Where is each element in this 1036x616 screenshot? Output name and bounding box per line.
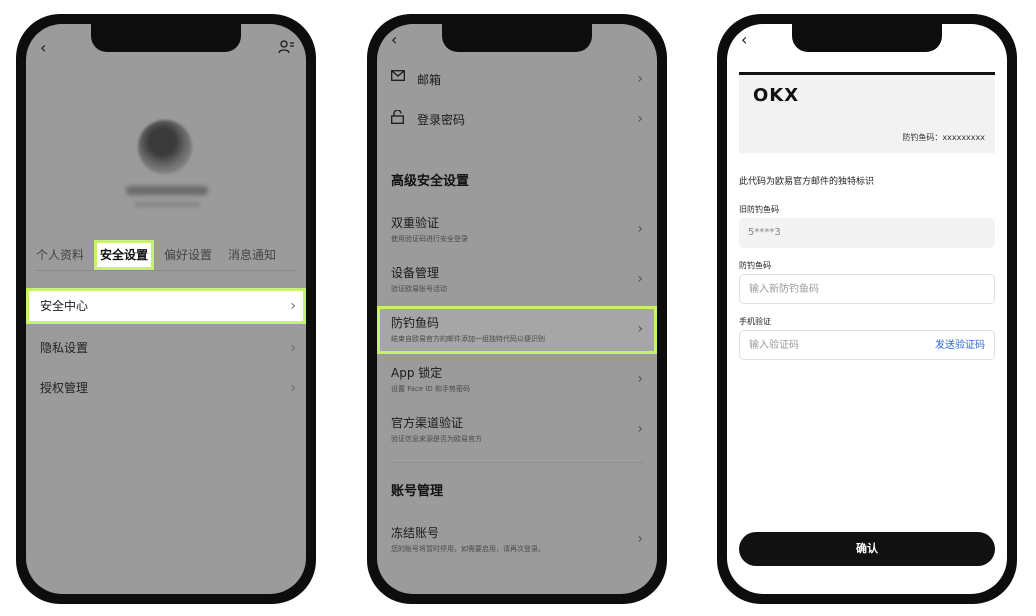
chevron-right-icon: ›: [290, 380, 296, 396]
section-account-management: 账号管理: [391, 484, 444, 499]
phone-2-screen: ‹ 邮箱 › 登录密码 › 高级安全设置 双重验证 使用验证码进行安全登录 › …: [377, 24, 657, 594]
tab-divider: [36, 270, 296, 271]
tab-profile[interactable]: 个人资料: [36, 240, 84, 270]
tab-notifications[interactable]: 消息通知: [228, 240, 276, 270]
anti-phishing-card: OKX 防钓鱼码：xxxxxxxxx: [739, 72, 995, 153]
chevron-right-icon: ›: [637, 531, 643, 547]
back-icon[interactable]: ‹: [391, 30, 397, 49]
verification-code-input[interactable]: 输入验证码 发送验证码: [739, 330, 995, 360]
lock-icon: [391, 110, 404, 124]
section-divider: [391, 462, 643, 463]
chevron-right-icon: ›: [637, 321, 643, 337]
profile-tabs: 个人资料 安全设置 偏好设置 消息通知: [26, 240, 306, 270]
old-code-field: 5****3: [739, 218, 995, 248]
code-placeholder: 输入验证码: [749, 340, 799, 351]
avatar: [138, 120, 192, 174]
row-anti-phishing[interactable]: 防钓鱼码 结束自欧易官方的邮件添加一组独特代码以便识别 ›: [377, 306, 657, 354]
row-title: 邮箱: [417, 73, 442, 87]
chevron-right-icon: ›: [290, 298, 296, 314]
row-freeze-account[interactable]: 冻结账号 您的账号将暂时停用，如需要启用，请再次登录。 ›: [377, 516, 657, 564]
row-label: 隐私设置: [40, 341, 89, 355]
row-subtitle: 验证信息来源是否为欧易官方: [391, 435, 482, 443]
row-subtitle: 您的账号将暂时停用，如需要启用，请再次登录。: [391, 545, 545, 553]
chevron-right-icon: ›: [290, 340, 296, 356]
row-title: 登录密码: [417, 113, 466, 127]
notch: [442, 24, 592, 52]
new-code-input[interactable]: 输入新防钓鱼码: [739, 274, 995, 304]
row-official-verification[interactable]: 官方渠道验证 验证信息来源是否为欧易官方 ›: [377, 406, 657, 454]
chevron-right-icon: ›: [637, 111, 643, 127]
row-title: 防钓鱼码: [391, 316, 440, 330]
row-title: 设备管理: [391, 266, 440, 280]
phone-3: ‹ OKX 防钓鱼码：xxxxxxxxx 此代码为欧易官方邮件的独特标识 旧防钓…: [717, 14, 1017, 604]
chevron-right-icon: ›: [637, 371, 643, 387]
phone-verify-label: 手机验证: [739, 317, 771, 326]
new-code-label: 防钓鱼码: [739, 261, 771, 270]
row-privacy-settings[interactable]: 隐私设置 ›: [26, 330, 306, 366]
okx-logo: OKX: [753, 85, 800, 106]
row-label: 授权管理: [40, 381, 89, 395]
old-code-label: 旧防钓鱼码: [739, 205, 779, 214]
confirm-button[interactable]: 确认: [739, 532, 995, 566]
blurred-username: [126, 186, 208, 195]
row-title: App 锁定: [391, 366, 443, 380]
row-title: 官方渠道验证: [391, 416, 464, 430]
row-login-password[interactable]: 登录密码 ›: [377, 96, 657, 144]
section-advanced-security: 高级安全设置: [391, 174, 470, 189]
back-icon[interactable]: ‹: [40, 38, 46, 57]
card-phishing-code: 防钓鱼码：xxxxxxxxx: [902, 133, 985, 142]
row-device-management[interactable]: 设备管理 验证欧易账号活动 ›: [377, 256, 657, 304]
phone-3-screen: ‹ OKX 防钓鱼码：xxxxxxxxx 此代码为欧易官方邮件的独特标识 旧防钓…: [727, 24, 1007, 594]
row-subtitle: 结束自欧易官方的邮件添加一组独特代码以便识别: [391, 335, 545, 343]
blurred-user-id: [134, 202, 200, 207]
person-add-icon[interactable]: [278, 40, 294, 54]
back-icon[interactable]: ‹: [741, 30, 747, 49]
row-app-lock[interactable]: App 锁定 设置 Face ID 和手势密码 ›: [377, 356, 657, 404]
row-subtitle: 验证欧易账号活动: [391, 285, 447, 293]
notch: [91, 24, 241, 52]
row-two-factor[interactable]: 双重验证 使用验证码进行安全登录 ›: [377, 206, 657, 254]
chevron-right-icon: ›: [637, 421, 643, 437]
row-title: 双重验证: [391, 216, 440, 230]
row-subtitle: 使用验证码进行安全登录: [391, 235, 468, 243]
phone-1: ‹ 个人资料 安全设置 偏好设置 消息通知 安全中心 › 隐私设置 › 授权管理…: [16, 14, 316, 604]
phone-1-screen: ‹ 个人资料 安全设置 偏好设置 消息通知 安全中心 › 隐私设置 › 授权管理…: [26, 24, 306, 594]
chevron-right-icon: ›: [637, 71, 643, 87]
description-text: 此代码为欧易官方邮件的独特标识: [739, 177, 875, 187]
row-subtitle: 设置 Face ID 和手势密码: [391, 385, 470, 393]
row-label: 安全中心: [40, 299, 89, 313]
chevron-right-icon: ›: [637, 271, 643, 287]
row-security-center[interactable]: 安全中心 ›: [26, 288, 306, 324]
send-code-button[interactable]: 发送验证码: [935, 331, 985, 361]
row-authorization[interactable]: 授权管理 ›: [26, 370, 306, 406]
notch: [792, 24, 942, 52]
tab-security-settings[interactable]: 安全设置: [94, 240, 155, 270]
tab-preferences[interactable]: 偏好设置: [164, 240, 212, 270]
row-title: 冻结账号: [391, 526, 440, 540]
chevron-right-icon: ›: [637, 221, 643, 237]
phone-2: ‹ 邮箱 › 登录密码 › 高级安全设置 双重验证 使用验证码进行安全登录 › …: [367, 14, 667, 604]
mail-icon: [391, 70, 405, 81]
